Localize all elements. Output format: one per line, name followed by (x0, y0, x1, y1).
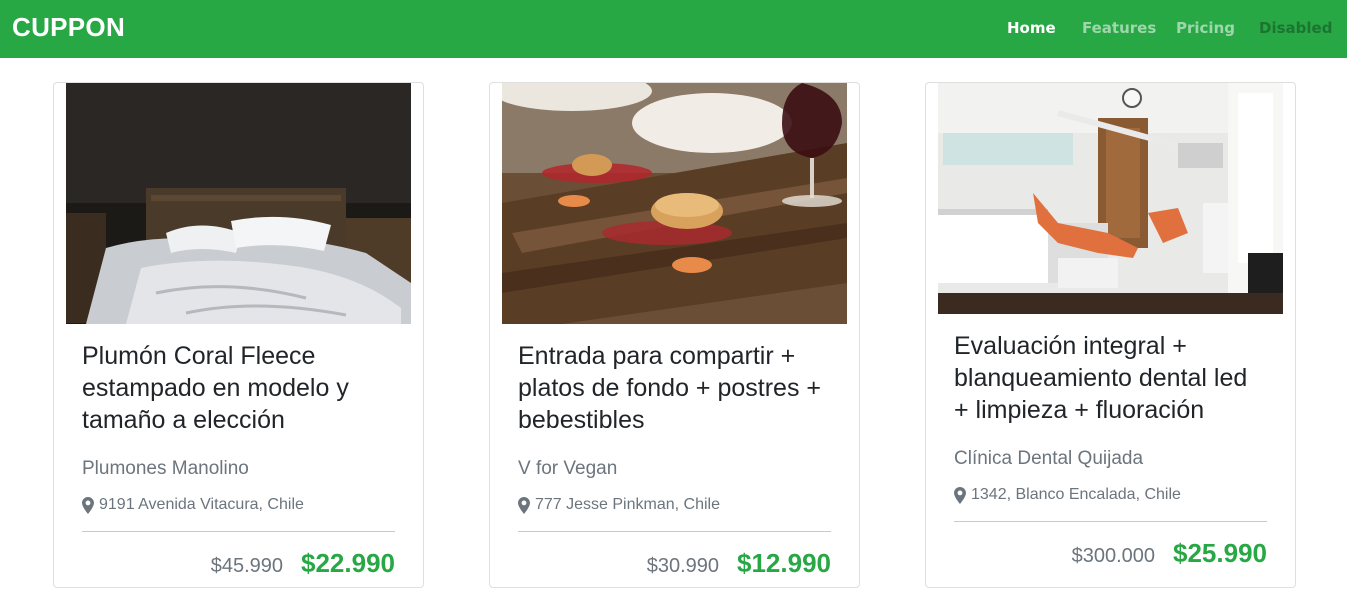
original-price: $30.990 (646, 555, 720, 577)
card-divider (518, 531, 831, 532)
card-divider (82, 531, 395, 532)
bedroom-photo[interactable] (66, 83, 411, 324)
nav-link-disabled: Disabled (1259, 19, 1333, 37)
address-text: 9191 Avenida Vitacura, Chile (99, 496, 304, 513)
deal-title[interactable]: Plumón Coral Fleece estampado en modelo … (82, 340, 395, 436)
card-divider (954, 521, 1267, 522)
discounted-price: $25.990 (1173, 538, 1267, 568)
bedroom-image (66, 83, 411, 324)
dental-clinic-photo[interactable] (938, 83, 1283, 314)
dental-clinic-image (938, 83, 1283, 314)
discounted-price: $22.990 (301, 548, 395, 578)
card-body: Plumón Coral Fleece estampado en modelo … (82, 340, 395, 579)
deal-card[interactable]: Entrada para compartir + platos de fondo… (489, 82, 860, 588)
deal-card[interactable]: Evaluación integral + blanqueamiento den… (925, 82, 1296, 588)
deal-title[interactable]: Evaluación integral + blanqueamiento den… (954, 330, 1267, 426)
deal-title[interactable]: Entrada para compartir + platos de fondo… (518, 340, 831, 436)
nav-link-pricing[interactable]: Pricing (1176, 19, 1235, 37)
navbar: CUPPON Home Features Pricing Disabled (0, 0, 1347, 58)
map-pin-icon (954, 486, 966, 504)
address: 777 Jesse Pinkman, Chile (518, 496, 831, 514)
address: 9191 Avenida Vitacura, Chile (82, 496, 395, 514)
brand-logo[interactable]: CUPPON (12, 12, 125, 43)
vendor-name: V for Vegan (518, 458, 618, 479)
original-price: $300.000 (1071, 545, 1156, 567)
address-text: 1342, Blanco Encalada, Chile (971, 486, 1181, 503)
map-pin-icon (518, 496, 530, 514)
price-row: $300.000 $25.990 (954, 538, 1267, 569)
address: 1342, Blanco Encalada, Chile (954, 486, 1267, 504)
vendor-name: Clínica Dental Quijada (954, 448, 1144, 469)
nav-link-home[interactable]: Home (1007, 19, 1056, 37)
card-body: Entrada para compartir + platos de fondo… (518, 340, 831, 579)
price-row: $45.990 $22.990 (82, 548, 395, 579)
discounted-price: $12.990 (737, 548, 831, 578)
deal-card[interactable]: Plumón Coral Fleece estampado en modelo … (53, 82, 424, 588)
address-text: 777 Jesse Pinkman, Chile (535, 496, 720, 513)
food-image (502, 83, 847, 324)
food-photo[interactable] (502, 83, 847, 324)
card-body: Evaluación integral + blanqueamiento den… (954, 330, 1267, 569)
price-row: $30.990 $12.990 (518, 548, 831, 579)
original-price: $45.990 (210, 555, 284, 577)
nav-link-features[interactable]: Features (1082, 19, 1156, 37)
map-pin-icon (82, 496, 94, 514)
vendor-name: Plumones Manolino (82, 458, 249, 479)
